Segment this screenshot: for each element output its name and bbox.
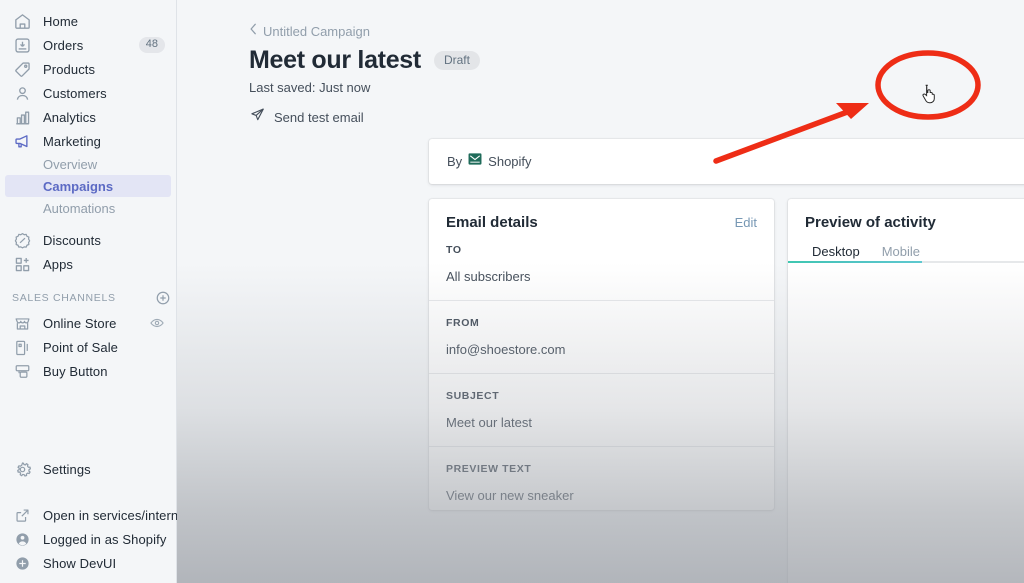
tab-label: Desktop [812,244,860,259]
sidebar-item-settings[interactable]: Settings [5,457,171,481]
email-detail-preview-text: PREVIEW TEXT View our new sneaker [429,446,774,510]
edit-link[interactable]: Edit [735,215,757,230]
email-detail-label: SUBJECT [446,390,500,402]
sidebar-item-home[interactable]: Home [5,9,171,33]
preview-activity-card: Preview of activity Desktop Mobile [788,199,1024,583]
email-detail-label: PREVIEW TEXT [446,463,532,475]
sidebar-item-apps[interactable]: Apps [5,252,171,276]
sidebar-item-label: Logged in as Shopify [43,531,167,547]
sidebar-item-customers[interactable]: Customers [5,81,171,105]
sidebar-subitem-label: Campaigns [43,178,114,194]
sidebar-item-label: Show DevUI [43,555,117,571]
preview-activity-body [788,263,1024,583]
home-icon [12,11,32,31]
sidebar-item-label: Marketing [43,133,101,149]
sidebar-item-show-devui[interactable]: Show DevUI [5,551,171,575]
sidebar-item-marketing[interactable]: Marketing [5,129,171,153]
orders-count-badge: 48 [138,37,165,53]
status-badge: Draft [433,51,480,70]
page-header: Untitled Campaign Meet our latest Draft … [177,0,1024,128]
orders-icon [12,35,32,55]
pos-icon [12,337,32,357]
sidebar-item-label: Point of Sale [43,339,119,355]
breadcrumb-label: Untitled Campaign [263,23,370,39]
sidebar: Home Orders 48 Products Customers Analyt… [0,0,188,583]
last-saved-text: Last saved: Just now [249,80,371,95]
sidebar-item-label: Online Store [43,315,117,331]
account-icon [12,529,32,549]
shopify-email-icon [468,152,482,171]
email-detail-to: TO All subscribers [429,244,774,300]
page-title: Meet our latest [249,46,421,74]
email-detail-value: All subscribers [446,269,531,284]
breadcrumb[interactable]: Untitled Campaign [249,22,964,40]
buy-button-icon [12,361,32,381]
store-icon [12,313,32,333]
main-content: Untitled Campaign Meet our latest Draft … [177,0,1024,583]
sidebar-item-open-in-services[interactable]: Open in services/internal [5,503,188,527]
by-app-card: By Shopify [429,139,1024,184]
sidebar-item-label: Apps [43,256,74,272]
email-details-header: Email details Edit [429,199,774,244]
email-detail-subject: SUBJECT Meet our latest [429,373,774,446]
sidebar-item-label: Open in services/internal [43,507,189,523]
sales-channels-title: SALES CHANNELS [12,292,116,304]
analytics-icon [12,107,32,127]
tab-label: Mobile [881,244,920,259]
customers-icon [12,83,32,103]
sidebar-item-logged-in-as[interactable]: Logged in as Shopify [5,527,171,551]
email-details-card: Email details Edit TO All subscribers FR… [429,199,774,510]
sidebar-item-label: Buy Button [43,363,108,379]
sidebar-item-products[interactable]: Products [5,57,171,81]
preview-activity-title: Preview of activity [805,214,936,231]
discounts-icon [12,230,32,250]
email-detail-value: View our new sneaker [446,488,574,503]
title-row: Meet our latest Draft [249,46,964,75]
sidebar-item-label: Discounts [43,232,101,248]
sidebar-subitem-label: Overview [43,156,98,172]
sidebar-item-label: Home [43,13,79,29]
chevron-left-icon [249,22,258,40]
app-root: Home Orders 48 Products Customers Analyt… [0,0,1024,583]
sidebar-subitem-campaigns[interactable]: Campaigns [5,175,171,197]
sidebar-item-label: Analytics [43,109,96,125]
sidebar-item-label: Customers [43,85,107,101]
by-app-name: Shopify [488,154,532,169]
sidebar-item-label: Orders [43,37,84,53]
sidebar-subitem-automations[interactable]: Automations [5,197,171,219]
sales-channels-header: SALES CHANNELS [5,288,171,308]
sidebar-item-orders[interactable]: Orders 48 [5,33,171,57]
email-details-title: Email details [446,214,538,231]
plus-circle-icon [12,553,32,573]
products-icon [12,59,32,79]
send-test-email-button[interactable]: Send test email [249,106,964,128]
gear-icon [12,459,32,479]
sidebar-subitem-label: Automations [43,200,116,216]
eye-icon[interactable] [149,315,165,331]
sidebar-item-online-store[interactable]: Online Store [5,311,171,335]
paper-plane-icon [249,106,266,128]
external-link-icon [12,505,32,525]
by-prefix-label: By [447,154,463,169]
sidebar-subitem-overview[interactable]: Overview [5,153,171,175]
sidebar-item-buy-button[interactable]: Buy Button [5,359,171,383]
plus-circle-icon[interactable] [155,290,171,306]
email-detail-value: Meet our latest [446,415,532,430]
email-detail-from: FROM info@shoestore.com [429,300,774,373]
send-test-email-label: Send test email [274,109,364,125]
sidebar-bottom-section: Settings Open in services/internal Logge… [0,457,188,575]
email-detail-label: TO [446,244,462,256]
sidebar-item-discounts[interactable]: Discounts [5,228,171,252]
pointer-hand-cursor [922,84,935,104]
sidebar-item-label: Settings [43,461,91,477]
marketing-icon [12,131,32,151]
email-detail-value: info@shoestore.com [446,342,566,357]
sidebar-item-label: Products [43,61,96,77]
sidebar-item-point-of-sale[interactable]: Point of Sale [5,335,171,359]
email-detail-label: FROM [446,317,480,329]
apps-icon [12,254,32,274]
sidebar-item-analytics[interactable]: Analytics [5,105,171,129]
